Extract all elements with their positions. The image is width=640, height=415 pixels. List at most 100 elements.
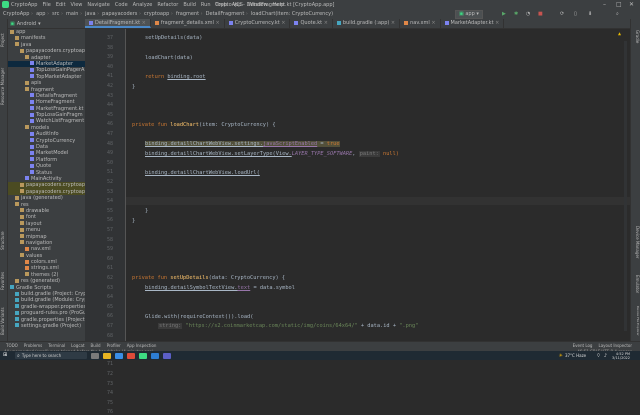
menu-file[interactable]: File	[42, 2, 50, 8]
line-number: 60	[106, 255, 113, 262]
chrome-icon[interactable]	[127, 352, 135, 359]
run-configuration-dropdown[interactable]: ▣ app ▾	[455, 10, 483, 19]
kotlin-file-icon	[30, 144, 34, 149]
stop-icon[interactable]: ■	[538, 11, 543, 17]
code-editor[interactable]: setUpDetails(data) loadChart(data) retur…	[126, 29, 630, 341]
editor-tab[interactable]: nav.xml ×	[400, 19, 441, 28]
tree-item-label: font	[26, 214, 36, 221]
tree-item-label: papayacoders.cryptoapp	[26, 188, 85, 195]
search-icon[interactable]: ⌕	[616, 11, 619, 17]
file-explorer-icon[interactable]	[103, 352, 111, 359]
editor-tab[interactable]: Quote.kt ×	[290, 19, 333, 28]
line-number: 59	[106, 246, 113, 253]
close-tab-icon[interactable]: ×	[140, 20, 146, 26]
line-number: 62	[106, 275, 113, 281]
clock[interactable]: 4:52 PM 3/11/2022	[612, 352, 630, 360]
tool-project[interactable]: Project	[0, 23, 7, 57]
breadcrumb-fragment[interactable]: fragment	[176, 11, 203, 17]
tool-favorites[interactable]: Favorites	[0, 264, 7, 298]
warning-indicator-icon[interactable]: ▲	[618, 31, 621, 37]
editor-tab[interactable]: CryptoCurrency.kt ×	[225, 19, 291, 28]
line-number: 44	[106, 102, 113, 109]
project-view-selector[interactable]: Android	[17, 21, 36, 27]
network-icon[interactable]: ⌔	[596, 353, 601, 359]
breadcrumb-cryptoapp[interactable]: cryptoapp	[144, 11, 173, 17]
line-number: 72	[106, 371, 113, 377]
tool-resource-manager[interactable]: Resource Manager	[0, 63, 7, 109]
run-icon[interactable]: ▶	[502, 11, 506, 17]
profile-icon[interactable]: ◔	[526, 11, 530, 17]
menu-edit[interactable]: Edit	[56, 2, 66, 8]
tool-emulator[interactable]: Emulator	[632, 269, 640, 299]
editor-tab[interactable]: DetailFragment.kt ×	[85, 19, 151, 28]
tree-item-label: TopLossGainPagerA	[36, 67, 85, 74]
windows-start-icon[interactable]: ⊞	[3, 352, 11, 359]
android-studio-taskbar-icon[interactable]	[139, 352, 147, 359]
chevron-down-icon[interactable]: ▾	[38, 21, 41, 27]
breadcrumb-function[interactable]: loadChart(item: CryptoCurrency)	[251, 11, 333, 17]
taskbar-search-box[interactable]: ⌕ Type here to search	[15, 352, 87, 359]
sdk-manager-icon[interactable]: ⬇	[588, 11, 592, 17]
edge-icon[interactable]	[115, 352, 123, 359]
tree-item-label: manifests	[21, 35, 46, 42]
folder-icon	[20, 182, 24, 187]
tool-build-variants[interactable]: Build Variants	[0, 304, 7, 338]
line-number: 73	[106, 380, 113, 387]
editor-tab[interactable]: fragment_details.xml ×	[151, 19, 225, 28]
menu-navigate[interactable]: Navigate	[87, 2, 109, 8]
menu-analyze[interactable]: Analyze	[133, 2, 153, 8]
tool-device-manager[interactable]: Device Manager	[632, 219, 640, 265]
code-line: setUpDetails(data)	[145, 35, 203, 41]
search-icon: ⌕	[17, 352, 20, 359]
code-line: }	[132, 84, 136, 90]
breadcrumb-java[interactable]: java	[85, 11, 99, 17]
editor-tab[interactable]: build.gradle (:app) ×	[333, 19, 401, 28]
sync-icon[interactable]: ⟳	[560, 11, 564, 17]
debug-icon[interactable]: ✱	[514, 11, 518, 17]
breadcrumb-module[interactable]: app	[36, 11, 49, 17]
line-number: 65	[106, 303, 113, 310]
breadcrumb-main[interactable]: main	[66, 11, 82, 17]
task-view-icon[interactable]	[91, 352, 99, 359]
close-icon[interactable]: ✕	[629, 1, 634, 8]
tree-item[interactable]: settings.gradle (Project)	[8, 323, 85, 329]
line-number: 52	[106, 179, 113, 185]
vscode-icon[interactable]	[151, 352, 159, 359]
kotlin-file-icon	[30, 99, 34, 104]
weather-text[interactable]: 37°C Haze	[565, 353, 586, 358]
tree-item-label: settings.gradle (Project)	[21, 322, 82, 329]
close-tab-icon[interactable]: ×	[322, 20, 328, 26]
teams-icon[interactable]	[163, 352, 171, 359]
close-tab-icon[interactable]: ×	[430, 20, 435, 26]
volume-icon[interactable]: ♪	[604, 353, 607, 359]
tree-item-label: java	[21, 41, 32, 48]
line-number: 42	[106, 83, 113, 89]
tool-gradle[interactable]: Gradle	[632, 23, 640, 51]
close-tab-icon[interactable]: ×	[389, 20, 395, 26]
menu-run[interactable]: Run	[201, 2, 211, 8]
menu-refactor[interactable]: Refactor	[157, 2, 178, 8]
line-number: 46	[106, 121, 113, 128]
kotlin-file-icon	[30, 170, 34, 175]
breadcrumb-package[interactable]: papayacoders	[102, 11, 141, 17]
code-line: return binding.root	[145, 74, 206, 80]
editor-scrollbar[interactable]	[624, 41, 627, 331]
menu-build[interactable]: Build	[183, 2, 196, 8]
close-tab-icon[interactable]: ×	[280, 20, 285, 26]
device-manager-icon[interactable]: ▯	[574, 11, 577, 17]
close-tab-icon[interactable]: ×	[214, 20, 220, 26]
minimize-icon[interactable]: –	[603, 1, 606, 8]
maximize-icon[interactable]: □	[616, 1, 622, 8]
close-tab-icon[interactable]: ×	[494, 20, 499, 26]
breadcrumb-class[interactable]: DetailFragment	[206, 11, 248, 17]
menu-code[interactable]: Code	[115, 2, 128, 8]
breadcrumb-project[interactable]: CryptoApp	[3, 11, 33, 17]
line-number: 45	[106, 111, 113, 118]
folder-icon	[25, 125, 29, 130]
breadcrumb-src[interactable]: src	[52, 11, 63, 17]
menu-view[interactable]: View	[71, 2, 83, 8]
code-line: binding.detaillChartWebView.loadUrl(	[145, 170, 260, 176]
editor-tab[interactable]: MarketAdapter.kt ×	[441, 19, 505, 28]
tool-structure[interactable]: Structure	[0, 224, 7, 258]
tool-device-file-explorer[interactable]: Device File Explorer	[632, 301, 640, 341]
